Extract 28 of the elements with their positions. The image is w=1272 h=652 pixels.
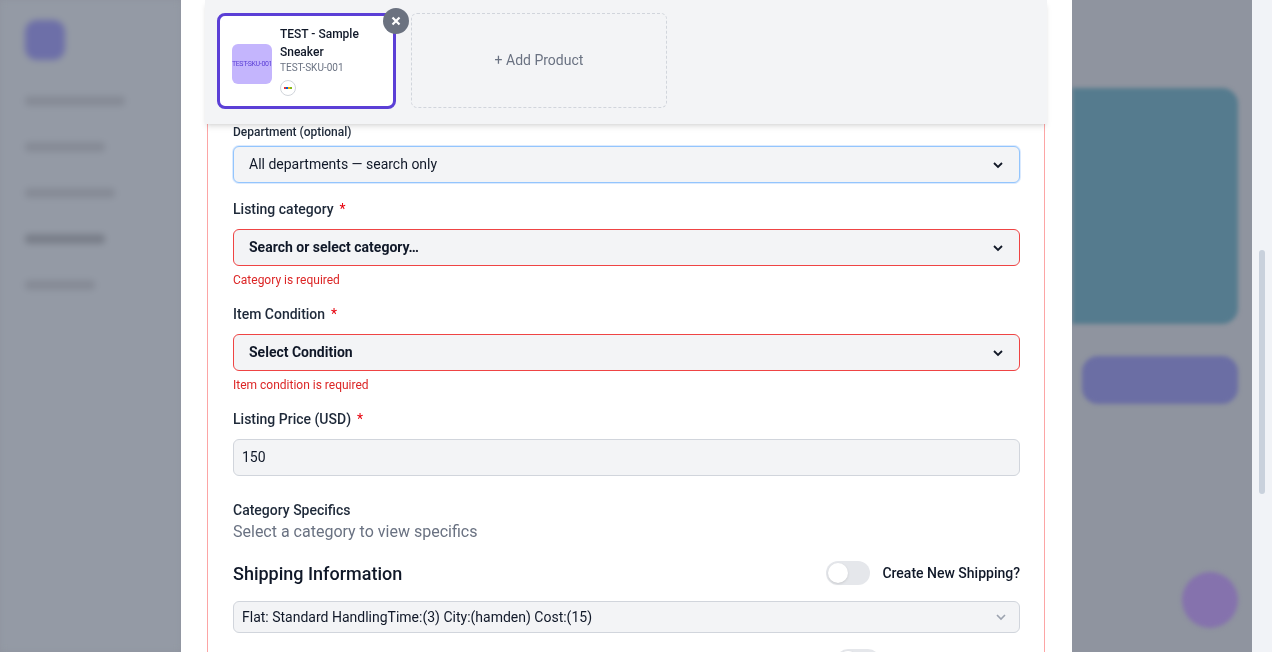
- required-asterisk: *: [331, 307, 338, 321]
- input-field[interactable]: 150: [233, 439, 1020, 476]
- toggle-label: Create New Shipping?: [882, 563, 1020, 583]
- close-icon: [391, 16, 401, 26]
- section-label: Category Specifics: [233, 501, 351, 520]
- product-sku: TEST-SKU-001: [280, 61, 345, 75]
- required-asterisk: *: [357, 412, 364, 426]
- required-asterisk: *: [339, 202, 346, 216]
- chevron-down-icon: [995, 611, 1007, 623]
- select-field[interactable]: Search or select category…: [233, 229, 1020, 266]
- toggle-switch[interactable]: [826, 561, 871, 585]
- select-field[interactable]: Flat: Standard HandlingTime:(3) City:(hamden) Cost:(15): [233, 601, 1020, 633]
- field-label: Listing category: [233, 199, 334, 219]
- hint-text: Select a category to view specifics: [233, 521, 478, 543]
- marketplace-logo-icon: [280, 80, 296, 96]
- select-field[interactable]: All departments — search only: [233, 146, 1020, 183]
- field-label: Item Condition: [233, 304, 326, 324]
- error-message: Item condition is required: [233, 377, 369, 393]
- field-label: Listing Price (USD): [233, 409, 352, 429]
- blurred-fab: [1182, 572, 1238, 628]
- remove-button[interactable]: [383, 8, 409, 34]
- field-label: Department (optional): [233, 124, 352, 141]
- scrollbar[interactable]: [1252, 0, 1272, 652]
- error-message: Category is required: [233, 272, 340, 288]
- product-title: TEST - Sample Sneaker: [280, 26, 360, 61]
- select-field[interactable]: Select Condition: [233, 334, 1020, 371]
- section-title: Shipping Information: [233, 561, 403, 586]
- add-product-button[interactable]: + Add Product: [411, 13, 667, 108]
